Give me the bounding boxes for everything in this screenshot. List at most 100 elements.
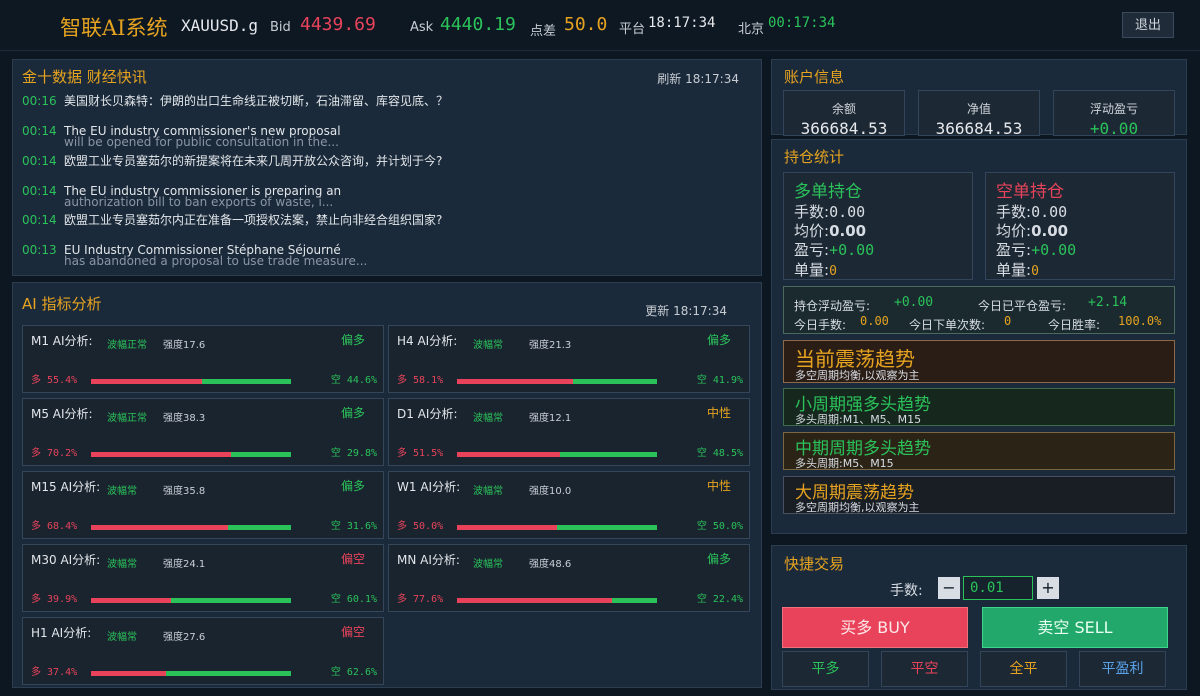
news-item[interactable]: 00:16 美国财长贝森特：伊朗的出口生命线正被切断，石油滞留、库容见底、？ (22, 90, 752, 109)
ai-analysis-card: H1 AI分析: 波幅常 强度27.6 偏空多 37.4% 空 62.6% (22, 617, 384, 685)
ask-value: 4440.19 (440, 14, 516, 35)
long-count-value: 0 (829, 264, 837, 279)
ai-update-time: 更新 18:17:34 (645, 304, 727, 318)
card-short-percent: 空 60.1% (330, 594, 377, 605)
card-volatility-status: 波幅常 (473, 559, 503, 570)
win-rate-value: 100.0% (1118, 314, 1162, 328)
trend-subtitle: 多头周期:M5、M15 (795, 457, 894, 470)
card-volatility-status: 波幅正常 (107, 340, 147, 351)
close-all-button[interactable]: 全平 (980, 651, 1067, 687)
card-timeframe-label: M30 AI分析: (31, 553, 101, 567)
position-stats-box: 持仓浮动盈亏: +0.00 今日已平仓盈亏: +2.14 今日手数: 0.00 … (783, 286, 1175, 334)
card-bias: 中性 (706, 406, 731, 420)
card-short-percent: 空 50.0% (696, 521, 743, 532)
lots-increase-button[interactable]: + (1037, 577, 1059, 599)
sell-button[interactable]: 卖空 SELL (982, 607, 1168, 648)
short-ratio-fill (560, 452, 657, 457)
ai-analysis-card: M1 AI分析: 波幅正常 强度17.6 偏多多 55.4% 空 44.6% (22, 325, 384, 393)
float-pnl-label: 持仓浮动盈亏: (794, 299, 871, 313)
long-ratio-fill (91, 598, 171, 603)
trend-box: 小周期强多头趋势 多头周期:M1、M5、M15 (783, 388, 1175, 426)
short-avg-label: 均价: (996, 222, 1032, 240)
card-short-percent: 空 48.5% (696, 448, 743, 459)
lots-decrease-button[interactable]: − (938, 577, 960, 599)
short-ratio-fill (201, 379, 291, 384)
equity-label: 净值 (966, 102, 991, 116)
card-long-percent: 多 68.4% (31, 521, 78, 532)
long-lots-label: 手数: (794, 203, 830, 221)
short-ratio-fill (165, 671, 291, 676)
short-ratio-fill (231, 452, 291, 457)
ai-analysis-card: MN AI分析: 波幅常 强度48.6 偏多多 77.6% 空 22.4% (388, 544, 750, 612)
news-panel-title: 金十数据 财经快讯 (22, 68, 147, 86)
news-time: 00:14 (22, 154, 57, 168)
card-volatility-status: 波幅常 (473, 413, 503, 424)
trend-subtitle: 多头周期:M1、M5、M15 (795, 413, 922, 426)
today-orders-label: 今日下单次数: (909, 318, 986, 332)
card-timeframe-label: H4 AI分析: (397, 334, 458, 348)
card-timeframe-label: M5 AI分析: (31, 407, 93, 421)
close-profit-button[interactable]: 平盈利 (1079, 651, 1166, 687)
closed-today-label: 今日已平仓盈亏: (978, 299, 1067, 313)
close-long-button[interactable]: 平多 (782, 651, 869, 687)
closed-today-value: +2.14 (1088, 295, 1128, 310)
long-pnl-row: 盈亏:+0.00 (794, 239, 874, 260)
close-short-button[interactable]: 平空 (881, 651, 968, 687)
symbol-label: XAUUSD.g (181, 16, 259, 35)
news-item[interactable]: 00:14 欧盟工业专员塞茹尔的新提案将在未来几周开放公众咨询，并计划于今? (22, 150, 752, 169)
short-avg-value: 0.00 (1031, 222, 1069, 240)
floating-pnl-value: +0.00 (1089, 119, 1139, 138)
buy-button[interactable]: 买多 BUY (782, 607, 968, 648)
long-ratio-fill (457, 525, 557, 530)
positions-panel-title: 持仓统计 (784, 148, 845, 166)
long-short-ratio-bar (457, 452, 657, 457)
long-ratio-fill (91, 452, 232, 457)
ai-analysis-card: M15 AI分析: 波幅常 强度35.8 偏多多 68.4% 空 31.6% (22, 471, 384, 539)
short-position-box: 空单持仓 手数:0.00 均价:0.00 盈亏:+0.00 单量:0 (985, 172, 1175, 280)
news-refresh-button[interactable]: 刷新 18:17:34 (657, 70, 739, 87)
logout-button[interactable]: 退出 (1122, 12, 1174, 38)
card-strength: 强度12.1 (529, 413, 572, 424)
news-item[interactable]: 00:14 欧盟工业专员塞茹尔内正在准备一项授权法案，禁止向非经合组织国家? (22, 209, 752, 228)
short-count-value: 0 (1031, 264, 1039, 279)
ai-analysis-card: M5 AI分析: 波幅正常 强度38.3 偏多多 70.2% 空 29.8% (22, 398, 384, 466)
beijing-time: 00:17:34 (768, 15, 836, 31)
card-volatility-status: 波幅常 (473, 340, 503, 351)
card-volatility-status: 波幅常 (107, 486, 137, 497)
news-title: 欧盟工业专员塞茹尔的新提案将在未来几周开放公众咨询，并计划于今? (64, 154, 443, 168)
card-timeframe-label: W1 AI分析: (397, 480, 461, 494)
news-time: 00:14 (22, 124, 57, 138)
long-count-row: 单量:0 (794, 259, 837, 280)
ai-analysis-card: M30 AI分析: 波幅常 强度24.1 偏空多 39.9% 空 60.1% (22, 544, 384, 612)
card-bias: 偏空 (340, 625, 365, 639)
short-lots-label: 手数: (996, 203, 1032, 221)
equity-value: 366684.53 (935, 119, 1023, 138)
card-long-percent: 多 77.6% (397, 594, 444, 605)
float-pnl-value: +0.00 (894, 295, 934, 310)
card-timeframe-label: M1 AI分析: (31, 334, 93, 348)
today-orders-value: 0 (1004, 314, 1012, 328)
card-bias: 偏多 (706, 333, 731, 347)
news-time: 00:14 (22, 213, 57, 227)
lots-input[interactable] (963, 576, 1033, 600)
balance-value: 366684.53 (800, 119, 888, 138)
card-strength: 强度48.6 (529, 559, 572, 570)
card-timeframe-label: H1 AI分析: (31, 626, 92, 640)
card-volatility-status: 波幅常 (107, 632, 137, 643)
card-long-percent: 多 58.1% (397, 375, 444, 386)
trend-subtitle: 多空周期均衡,以观察为主 (795, 501, 920, 514)
card-long-percent: 多 37.4% (31, 667, 78, 678)
quick-trade-title: 快捷交易 (784, 555, 845, 573)
long-ratio-fill (91, 525, 228, 530)
long-ratio-fill (457, 598, 613, 603)
long-short-ratio-bar (91, 598, 291, 603)
balance-label: 余额 (831, 102, 856, 116)
long-short-ratio-bar (91, 379, 291, 384)
long-pnl-value: +0.00 (829, 241, 875, 259)
spread-label: 点差 (530, 24, 557, 39)
ai-analysis-card: W1 AI分析: 波幅常 强度10.0 中性多 50.0% 空 50.0% (388, 471, 750, 539)
news-title: 欧盟工业专员塞茹尔内正在准备一项授权法案，禁止向非经合组织国家? (64, 213, 443, 227)
platform-time: 18:17:34 (648, 15, 716, 31)
long-ratio-fill (91, 671, 166, 676)
long-ratio-fill (457, 379, 574, 384)
